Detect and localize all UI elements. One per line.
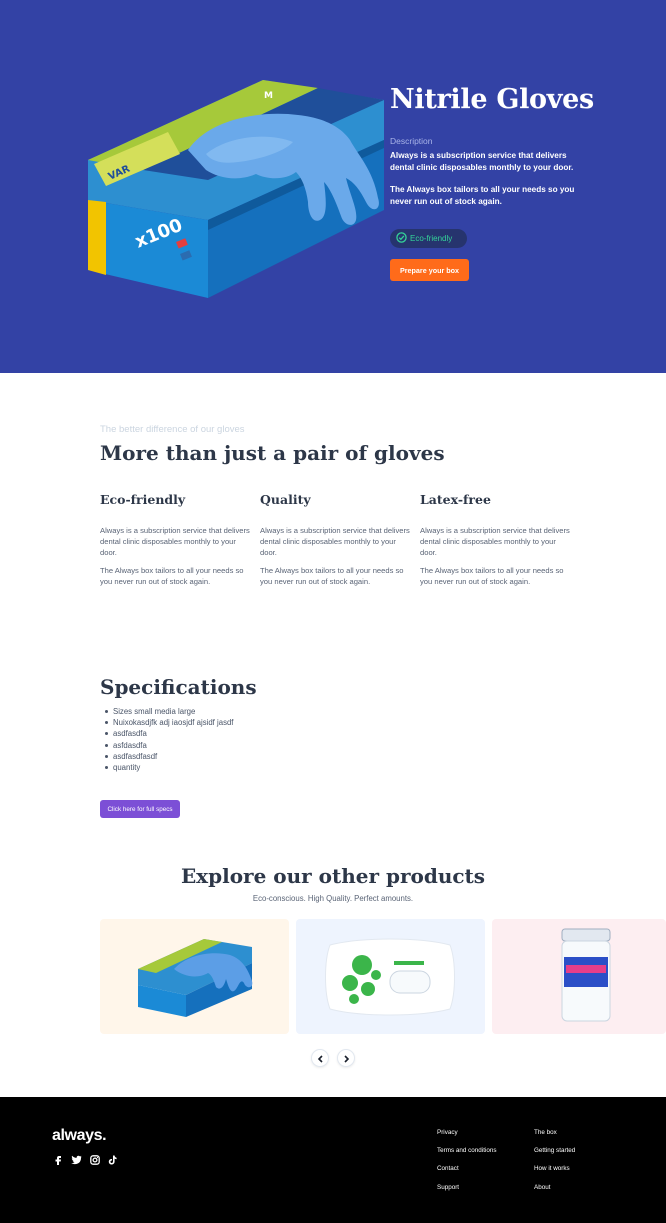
- spec-item: asfdasdfa: [104, 740, 233, 751]
- product-card-wipes[interactable]: [296, 919, 485, 1034]
- specifications-title: Specifications: [100, 675, 257, 699]
- spec-item: Sizes small media large: [104, 706, 233, 717]
- feature-eco-friendly: Eco-friendly Always is a subscription se…: [100, 492, 250, 594]
- feature-title: Latex-free: [420, 492, 491, 507]
- footer-link-getting-started[interactable]: Getting started: [534, 1147, 575, 1154]
- glove-box-hero-image: x100 VAR M: [88, 80, 384, 298]
- wipes-pack-image: [325, 938, 455, 1016]
- hero-description-secondary: The Always box tailors to all your needs…: [390, 185, 575, 206]
- instagram-icon[interactable]: [90, 1155, 100, 1165]
- spec-item: asdfasdfasdf: [104, 751, 233, 762]
- description-label: Description: [390, 136, 433, 146]
- tiktok-icon[interactable]: [108, 1155, 117, 1165]
- feature-text: Always is a subscription service that de…: [420, 526, 570, 557]
- footer-link-support[interactable]: Support: [437, 1184, 459, 1191]
- check-circle-icon: [396, 230, 407, 248]
- twitter-icon[interactable]: [71, 1155, 82, 1165]
- spec-item: Nuixokasdjfk adj iaosjdf ajsidf jasdf: [104, 718, 234, 728]
- box-size-text: M: [264, 91, 273, 101]
- chevron-right-icon: [343, 1051, 350, 1066]
- feature-quality: Quality Always is a subscription service…: [260, 492, 410, 594]
- facebook-icon[interactable]: [53, 1155, 63, 1165]
- specifications-list: Sizes small media large Nuixokasdjfk adj…: [104, 706, 234, 773]
- eco-badge-label: Eco-friendly: [410, 234, 453, 243]
- feature-text: The Always box tailors to all your needs…: [100, 566, 244, 586]
- brand-logo[interactable]: always.: [52, 1127, 107, 1145]
- product-card-wipes-tub[interactable]: [492, 919, 666, 1034]
- spec-item: quantity: [104, 762, 233, 773]
- hero-section: x100 VAR M Nitrile Gloves Description Al…: [0, 0, 666, 373]
- explore-title: Explore our other products: [180, 864, 486, 888]
- feature-latex-free: Latex-free Always is a subscription serv…: [420, 492, 570, 594]
- footer-link-terms[interactable]: Terms and conditions: [437, 1147, 497, 1154]
- feature-text: The Always box tailors to all your needs…: [420, 566, 564, 586]
- footer-link-contact[interactable]: Contact: [437, 1165, 459, 1172]
- feature-text: Always is a subscription service that de…: [100, 526, 250, 557]
- product-card-gloves[interactable]: [100, 919, 289, 1034]
- footer-link-about[interactable]: About: [534, 1184, 550, 1191]
- feature-title: Quality: [260, 492, 311, 507]
- wipes-tub-image: [561, 928, 611, 1022]
- carousel-next-button[interactable]: [337, 1049, 355, 1067]
- footer-link-the-box[interactable]: The box: [534, 1129, 557, 1136]
- chevron-left-icon: [317, 1051, 324, 1066]
- social-links: [53, 1155, 117, 1165]
- prepare-box-button[interactable]: Prepare your box: [390, 259, 469, 281]
- section-title: More than just a pair of gloves: [100, 441, 445, 465]
- footer: always. Privacy Terms and conditions Con…: [0, 1097, 666, 1223]
- eco-friendly-badge: Eco-friendly: [390, 229, 467, 248]
- glove-box-image: [138, 939, 253, 1017]
- hero-description: Always is a subscription service that de…: [390, 151, 574, 172]
- spec-item: asdfasdfa: [104, 728, 233, 739]
- product-title: Nitrile Gloves: [390, 84, 594, 115]
- explore-subtitle: Eco-conscious. High Quality. Perfect amo…: [252, 894, 414, 903]
- carousel-prev-button[interactable]: [311, 1049, 329, 1067]
- footer-link-how-it-works[interactable]: How it works: [534, 1165, 570, 1172]
- feature-title: Eco-friendly: [100, 492, 186, 507]
- section-kicker: The better difference of our gloves: [100, 424, 245, 435]
- feature-text: Always is a subscription service that de…: [260, 526, 410, 557]
- footer-link-privacy[interactable]: Privacy: [437, 1129, 458, 1136]
- full-specs-button[interactable]: Click here for full specs: [100, 800, 180, 818]
- feature-text: The Always box tailors to all your needs…: [260, 566, 404, 586]
